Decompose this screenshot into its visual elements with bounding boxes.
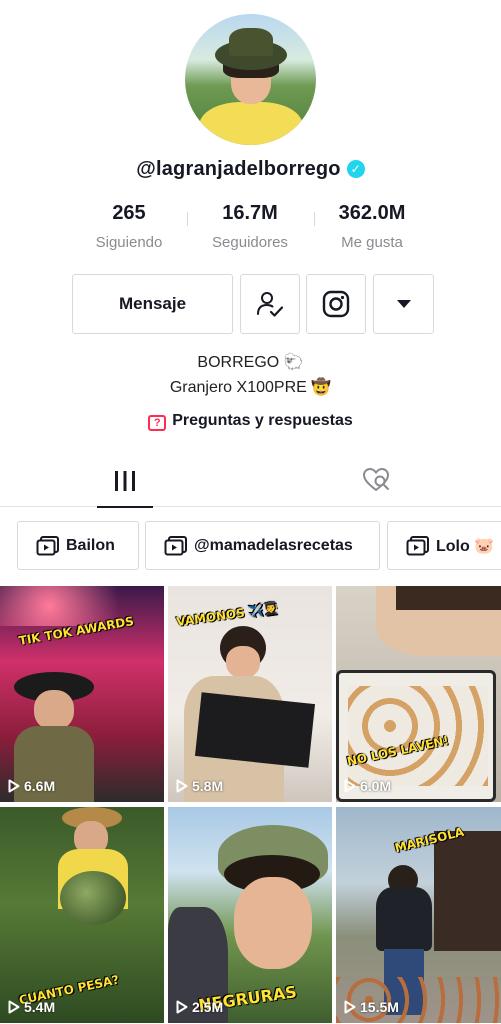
more-options-button[interactable]	[373, 274, 434, 334]
instagram-button[interactable]	[306, 274, 366, 334]
playlist-icon	[164, 535, 187, 555]
hair-shape	[396, 586, 501, 610]
playlist-chip[interactable]: @mamadelasrecetas	[145, 521, 380, 570]
view-count: 6.0M	[344, 778, 391, 794]
playlist-chip[interactable]: Bailon	[17, 521, 139, 570]
play-icon	[344, 779, 356, 793]
bio-line-2: Granjero X100PRE 🤠	[169, 379, 332, 396]
profile-tabs	[0, 455, 501, 508]
stat-divider	[187, 212, 188, 226]
question-bubble-icon: ?	[148, 415, 167, 431]
view-count-text: 2.5M	[192, 999, 224, 1015]
avatar-shirt	[199, 102, 303, 145]
video-thumbnail[interactable]: NO LOS LAVEN! 6.0M	[336, 586, 501, 802]
profile-avatar[interactable]	[185, 14, 316, 145]
grid-icon	[115, 471, 135, 491]
view-count: 5.8M	[176, 778, 223, 794]
face-shape	[226, 646, 260, 678]
user-check-icon	[257, 292, 284, 317]
stage-lights	[0, 586, 164, 626]
eggs-shape	[348, 686, 488, 786]
stat-followers[interactable]: 16.7M Seguidores	[195, 202, 305, 251]
stat-following[interactable]: 265 Siguiendo	[79, 202, 179, 251]
view-count-text: 5.4M	[24, 999, 56, 1015]
stat-following-label: Siguiendo	[95, 234, 163, 251]
profile-username-row: @lagranjadelborrego ✓	[0, 158, 501, 181]
stat-followers-value: 16.7M	[222, 202, 278, 224]
view-count-text: 6.0M	[360, 778, 392, 794]
face-shape	[234, 877, 312, 969]
play-icon	[344, 1000, 356, 1014]
video-thumbnail[interactable]: VAMONOS ✈️👨‍🎓 5.8M	[168, 586, 332, 802]
playlist-chip[interactable]: Lolo 🐷	[387, 521, 501, 570]
view-count-text: 15.5M	[360, 999, 399, 1015]
play-icon	[8, 779, 20, 793]
profile-username: @lagranjadelborrego	[136, 158, 341, 180]
view-count: 2.5M	[176, 999, 223, 1015]
following-button[interactable]	[240, 274, 300, 334]
playlist-chip-label: @mamadelasrecetas	[194, 536, 353, 554]
video-thumbnail[interactable]: CUANTO PESA? 5.4M	[0, 807, 164, 1023]
video-thumbnail[interactable]: NEGRURAS 2.5M	[168, 807, 332, 1023]
jacket-shape	[376, 887, 432, 951]
caret-down-icon	[396, 300, 411, 308]
liked-hidden-icon	[362, 467, 390, 492]
qa-link[interactable]: ? Preguntas y respuestas	[0, 412, 501, 431]
stat-likes-label: Me gusta	[341, 234, 403, 251]
barn-shape	[434, 831, 501, 951]
tab-active-underline	[97, 506, 153, 508]
tab-videos[interactable]	[97, 455, 153, 508]
stat-likes-value: 362.0M	[338, 202, 406, 224]
view-count: 5.4M	[8, 999, 55, 1015]
avatar-hat-top	[229, 28, 273, 56]
tab-liked[interactable]	[360, 465, 392, 495]
playlist-icon	[36, 535, 59, 555]
black-tshirt-shape	[194, 692, 316, 768]
pumpkin-shape	[60, 871, 126, 925]
video-thumbnail[interactable]: MARISOLA 15.5M	[336, 807, 501, 1023]
view-count-text: 5.8M	[192, 778, 224, 794]
playlist-chip-label: Bailon	[66, 536, 115, 554]
instagram-icon	[322, 290, 350, 318]
bio-line-1: BORREGO 🐑	[197, 354, 304, 371]
profile-stats: 265 Siguiendo 16.7M Seguidores 362.0M Me…	[0, 202, 501, 258]
message-button[interactable]: Mensaje	[72, 274, 233, 334]
stat-following-value: 265	[112, 202, 146, 224]
stat-likes[interactable]: 362.0M Me gusta	[322, 202, 422, 251]
stat-divider	[314, 212, 315, 226]
play-icon	[176, 1000, 188, 1014]
playlist-chip-label: Lolo 🐷	[436, 537, 495, 555]
qa-label: Preguntas y respuestas	[172, 412, 353, 429]
view-count-text: 6.6M	[24, 778, 56, 794]
view-count: 6.6M	[8, 778, 55, 794]
face-shape	[34, 690, 74, 730]
video-thumbnail[interactable]: TIK TOK AWARDS 6.6M	[0, 586, 164, 802]
stat-followers-label: Seguidores	[212, 234, 288, 251]
verified-badge-icon: ✓	[346, 160, 365, 178]
view-count: 15.5M	[344, 999, 399, 1015]
play-icon	[8, 1000, 20, 1014]
play-icon	[176, 779, 188, 793]
video-caption: VAMONOS ✈️👨‍🎓	[175, 600, 280, 630]
playlist-icon	[406, 535, 429, 555]
